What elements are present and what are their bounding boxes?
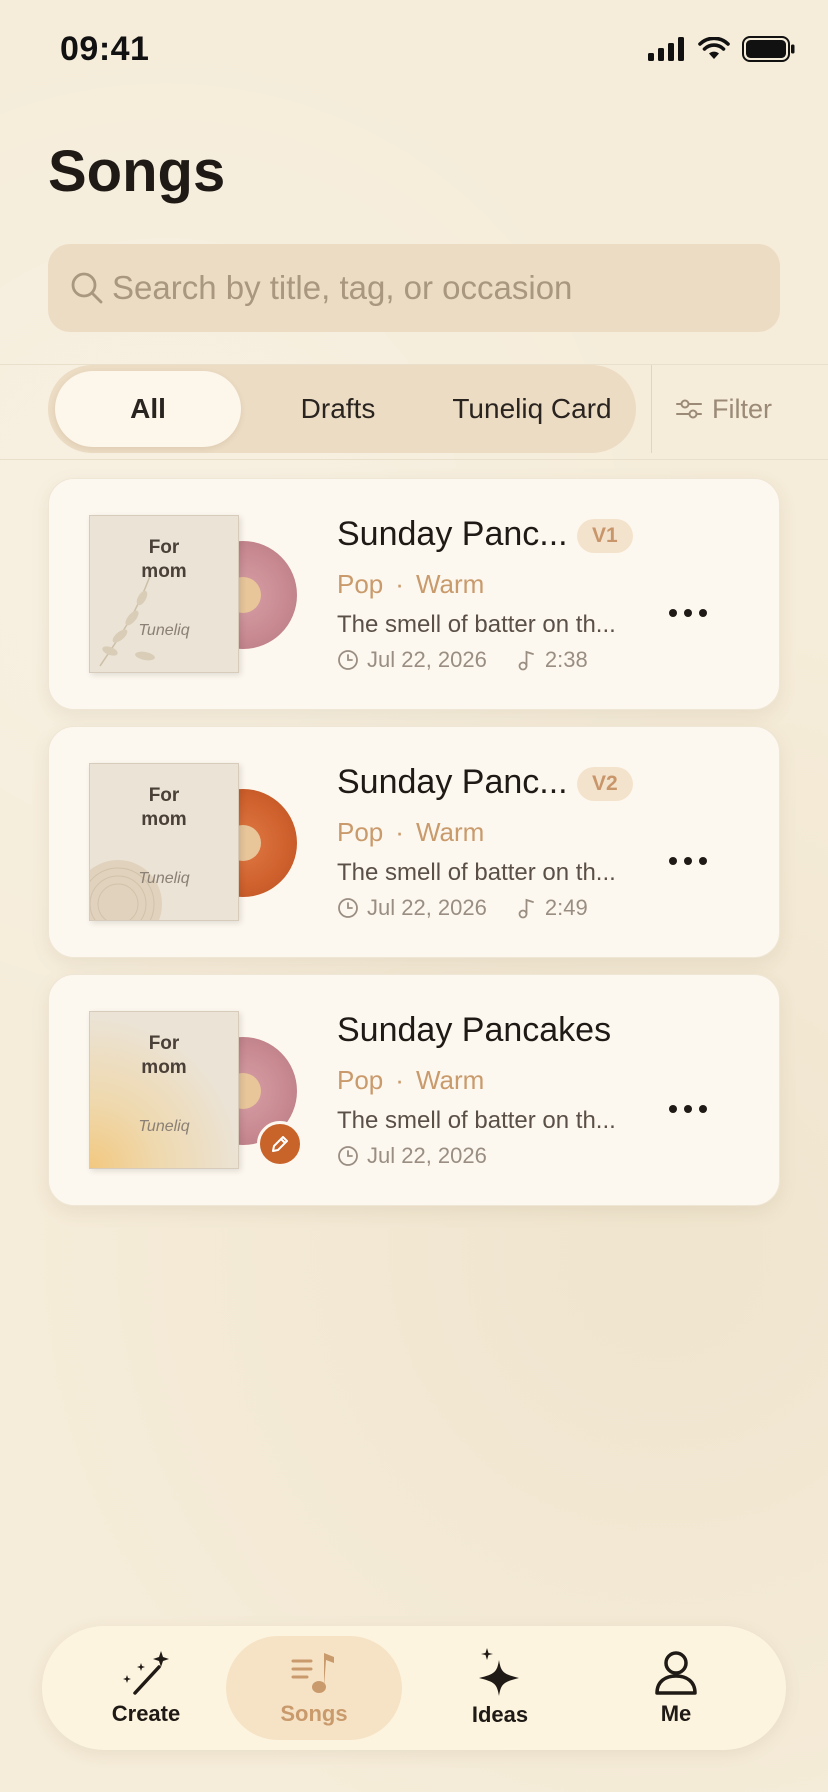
song-title: Sunday Pancakes: [337, 1011, 612, 1049]
person-icon: [655, 1651, 697, 1695]
song-title: Sunday Panc...: [337, 763, 568, 801]
cover-brand: Tuneliq: [138, 622, 190, 639]
clock-icon: [338, 650, 358, 670]
filter-label: Filter: [712, 393, 772, 424]
segment-all[interactable]: All: [55, 371, 241, 447]
tab-songs-label: Songs: [280, 1701, 348, 1726]
more-button[interactable]: [669, 609, 707, 617]
song-description: The smell of batter on th...: [337, 859, 616, 886]
magic-wand-icon: [123, 1651, 169, 1695]
album-art: For mom Tuneliq: [89, 763, 299, 923]
page-title: Songs: [48, 139, 226, 204]
song-title: Sunday Panc...: [337, 515, 568, 553]
song-description: The smell of batter on th...: [337, 611, 616, 638]
album-cover: For mom Tuneliq: [89, 763, 239, 921]
song-duration: 2:49: [544, 895, 588, 920]
filter-row: All Drafts Tuneliq Card Filter: [0, 364, 828, 460]
mood-tag: Warm: [415, 1065, 485, 1095]
tab-ideas[interactable]: Ideas: [412, 1636, 588, 1740]
battery-icon: [742, 36, 795, 62]
genre-tag: Pop: [337, 569, 384, 599]
version-badge: V2: [577, 767, 633, 801]
tab-bar: Create Songs Ideas Me: [42, 1626, 786, 1750]
signal-icon: [648, 37, 684, 61]
cover-brand: Tuneliq: [138, 1118, 190, 1135]
status-icons: [648, 36, 796, 62]
album-cover: For mom Tuneliq: [89, 1011, 239, 1169]
more-button[interactable]: [669, 1105, 707, 1113]
song-card[interactable]: For mom Tuneliq Sunday Panc... V2 Pop · …: [48, 726, 780, 958]
album-art: For mom Tuneliq: [89, 515, 299, 675]
song-tags: Pop · Warm: [337, 1065, 484, 1096]
segmented-control: All Drafts Tuneliq Card: [48, 365, 636, 453]
cover-brand: Tuneliq: [138, 870, 190, 887]
filter-button[interactable]: Filter: [676, 365, 772, 453]
song-date: Jul 22, 2026: [367, 647, 487, 672]
music-list-icon: [291, 1653, 334, 1693]
cover-title: For mom: [141, 1033, 187, 1078]
mood-tag: Warm: [415, 817, 485, 847]
tag-separator: ·: [395, 817, 404, 847]
more-button[interactable]: [669, 857, 707, 865]
wifi-icon: [698, 37, 730, 59]
divider: [651, 365, 652, 453]
clock-icon: [338, 898, 358, 918]
cover-title: For mom: [141, 785, 187, 830]
clock-icon: [338, 1146, 358, 1166]
search-input[interactable]: [112, 269, 780, 307]
tab-me-label: Me: [660, 1701, 692, 1726]
tag-separator: ·: [395, 1065, 404, 1095]
sliders-icon: [676, 399, 702, 419]
music-note-icon: [518, 898, 534, 919]
song-meta: Jul 22, 2026 2:49: [337, 895, 588, 921]
pencil-icon: [272, 1136, 288, 1152]
song-date: Jul 22, 2026: [367, 1143, 487, 1168]
album-cover: For mom Tuneliq: [89, 515, 239, 673]
cover-title: For mom: [141, 537, 187, 582]
music-note-icon: [518, 650, 534, 671]
search-icon: [71, 272, 103, 304]
song-card[interactable]: For mom Tuneliq Sunday Pancakes Pop · Wa…: [48, 974, 780, 1206]
segment-tuneliq-card[interactable]: Tuneliq Card: [428, 371, 636, 447]
draft-edit-badge[interactable]: [257, 1121, 303, 1167]
mood-tag: Warm: [415, 569, 485, 599]
sparkles-icon: [479, 1648, 519, 1696]
segment-drafts[interactable]: Drafts: [248, 371, 428, 447]
song-card[interactable]: For mom Tuneliq Sunday Panc... V1 Pop · …: [48, 478, 780, 710]
genre-tag: Pop: [337, 1065, 384, 1095]
genre-tag: Pop: [337, 817, 384, 847]
tab-songs[interactable]: Songs: [226, 1636, 402, 1740]
song-meta: Jul 22, 2026: [337, 1143, 487, 1169]
tab-create-label: Create: [111, 1701, 181, 1726]
song-tags: Pop · Warm: [337, 569, 484, 600]
status-bar: 09:41: [0, 0, 828, 100]
song-meta: Jul 22, 2026 2:38: [337, 647, 588, 673]
song-date: Jul 22, 2026: [367, 895, 487, 920]
song-duration: 2:38: [544, 647, 588, 672]
song-tags: Pop · Warm: [337, 817, 484, 848]
version-badge: V1: [577, 519, 633, 553]
song-description: The smell of batter on th...: [337, 1107, 616, 1134]
tab-ideas-label: Ideas: [471, 1702, 529, 1727]
tab-me[interactable]: Me: [588, 1636, 764, 1740]
tag-separator: ·: [395, 569, 404, 599]
album-art: For mom Tuneliq: [89, 1011, 303, 1171]
tab-create[interactable]: Create: [58, 1636, 234, 1740]
search-bar[interactable]: [48, 244, 780, 332]
status-time: 09:41: [60, 30, 150, 68]
